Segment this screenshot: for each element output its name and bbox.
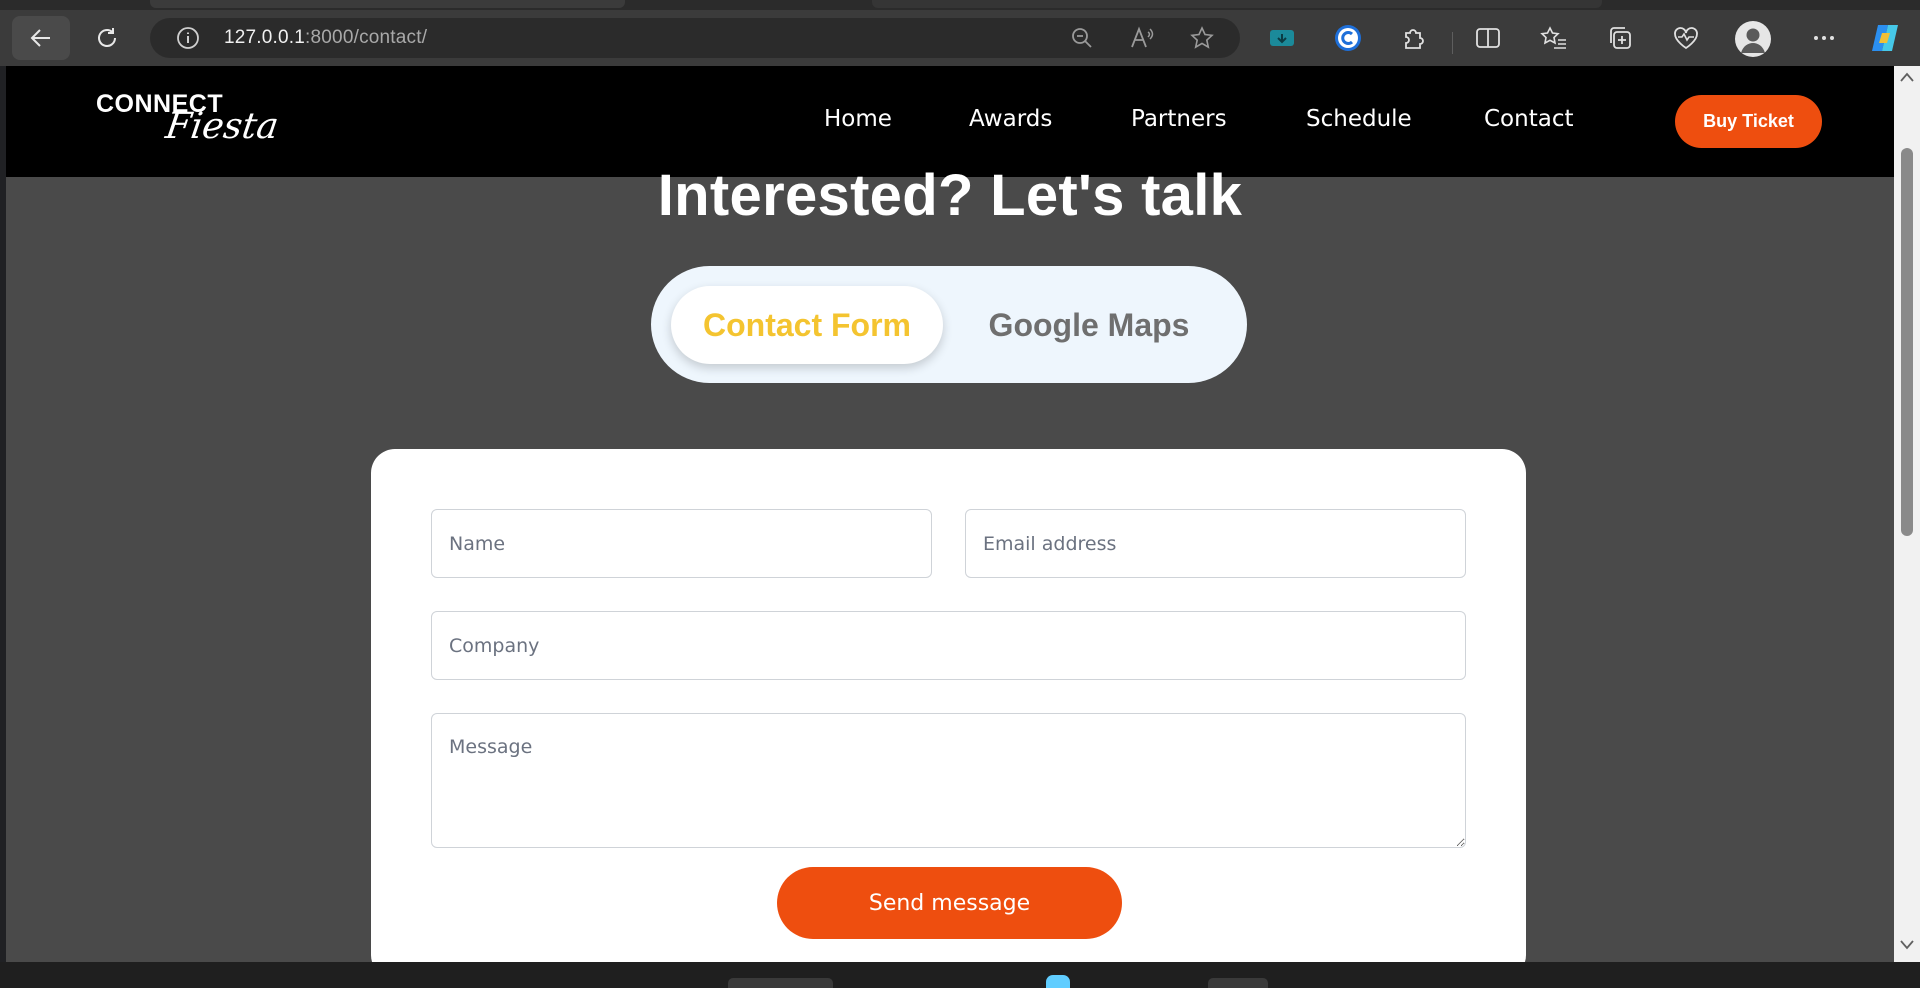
tab-strip	[0, 0, 1920, 10]
taskbar-badge	[1046, 975, 1070, 988]
send-message-button[interactable]: Send message	[777, 867, 1122, 939]
page-title: Interested? Let's talk	[657, 163, 1243, 228]
taskbar-item[interactable]	[728, 978, 833, 988]
os-taskbar	[0, 962, 1920, 988]
url-text[interactable]: 127.0.0.1:8000/contact/	[224, 18, 427, 58]
toolbar-divider	[1452, 32, 1453, 54]
site-header: CONNECT Fiesta Home Awards Partners Sche…	[6, 66, 1894, 177]
company-field[interactable]	[431, 611, 1466, 680]
collections-icon[interactable]	[1602, 20, 1638, 56]
nav-schedule[interactable]: Schedule	[1306, 106, 1412, 132]
name-field[interactable]	[431, 509, 932, 578]
browser-tab[interactable]	[872, 0, 1602, 8]
page-scrollbar[interactable]	[1894, 66, 1920, 962]
back-button[interactable]	[12, 16, 70, 60]
message-field[interactable]	[431, 713, 1466, 848]
back-arrow-icon	[30, 29, 50, 47]
site-logo[interactable]: CONNECT Fiesta	[96, 90, 281, 158]
taskbar-item[interactable]	[1208, 978, 1268, 988]
reload-icon	[98, 28, 116, 47]
copilot-icon[interactable]	[1867, 20, 1903, 56]
scroll-up-arrow-icon[interactable]	[1894, 72, 1920, 88]
split-screen-icon[interactable]	[1470, 20, 1506, 56]
site-info-icon[interactable]	[170, 18, 206, 58]
reload-button[interactable]	[78, 16, 136, 60]
browser-toolbar: 127.0.0.1:8000/contact/	[0, 10, 1920, 66]
tab-action-icon[interactable]	[1264, 20, 1300, 56]
nav-partners[interactable]: Partners	[1131, 106, 1227, 132]
extensions-puzzle-icon[interactable]	[1396, 20, 1432, 56]
more-menu-icon[interactable]	[1806, 20, 1842, 56]
page-viewport: CONNECT Fiesta Home Awards Partners Sche…	[6, 66, 1894, 962]
tab-contact-form[interactable]: Contact Form	[671, 286, 943, 364]
nav-awards[interactable]: Awards	[969, 106, 1052, 132]
url-path: :8000/contact/	[305, 27, 428, 48]
favorites-list-icon[interactable]	[1536, 20, 1572, 56]
read-aloud-icon[interactable]	[1124, 18, 1160, 58]
address-bar[interactable]: 127.0.0.1:8000/contact/	[150, 18, 1240, 58]
tab-google-maps[interactable]: Google Maps	[951, 286, 1227, 364]
contact-form-card: Send message	[371, 449, 1526, 962]
c-extension-icon[interactable]	[1330, 20, 1366, 56]
nav-contact[interactable]: Contact	[1484, 106, 1573, 132]
nav-home[interactable]: Home	[824, 106, 892, 132]
url-host: 127.0.0.1	[224, 27, 306, 48]
profile-avatar-icon[interactable]	[1735, 21, 1771, 57]
buy-ticket-button[interactable]: Buy Ticket	[1675, 95, 1822, 148]
scroll-thumb[interactable]	[1901, 148, 1913, 536]
browser-essentials-icon[interactable]	[1668, 20, 1704, 56]
zoom-out-icon[interactable]	[1064, 18, 1100, 58]
favorite-star-icon[interactable]	[1184, 18, 1220, 58]
scroll-down-arrow-icon[interactable]	[1894, 940, 1920, 956]
logo-fiesta-text: Fiesta	[163, 106, 282, 147]
email-field[interactable]	[965, 509, 1466, 578]
view-toggle: Contact Form Google Maps	[651, 266, 1247, 383]
browser-tab[interactable]	[150, 0, 625, 8]
